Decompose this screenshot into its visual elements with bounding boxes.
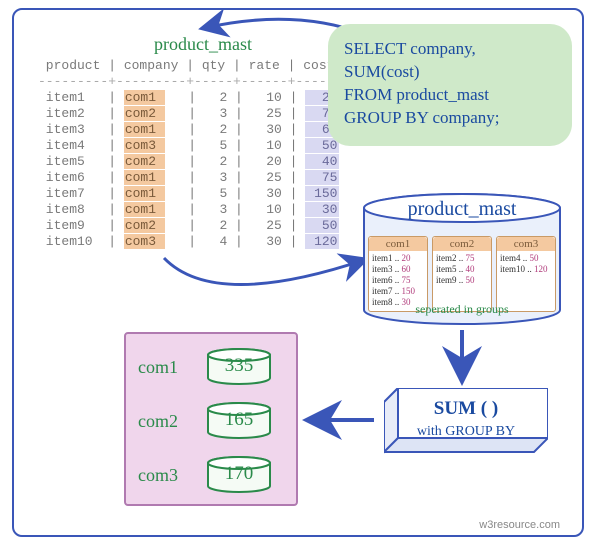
table-row: item7 | com1 | 5 | 30 | 150	[38, 186, 346, 202]
table-row: item2 | com2 | 3 | 25 | 75	[38, 106, 346, 122]
table-row: item6 | com1 | 3 | 25 | 75	[38, 170, 346, 186]
sql-query-box: SELECT company, SUM(cost) FROM product_m…	[328, 24, 572, 146]
result-company: com2	[138, 411, 192, 432]
group-item: item4 .. 50	[500, 253, 552, 264]
group-item: item7 .. 150	[372, 286, 424, 297]
table-row: item10 | com3 | 4 | 30 | 120	[38, 234, 346, 250]
sql-line-3: FROM product_mast	[344, 84, 556, 107]
group-box: com1 item1 .. 20item3 .. 60item6 .. 75ite…	[368, 236, 428, 312]
group-box: com2 item2 .. 75item5 .. 40item9 .. 50	[432, 236, 492, 312]
result-value: 335	[206, 355, 272, 377]
result-box: com1 335 com2 165 com3 170	[124, 332, 298, 506]
group-header: com2	[433, 237, 491, 251]
diagram-frame: product_mast product | company | qty | r…	[12, 8, 584, 537]
sql-line-1: SELECT company,	[344, 38, 556, 61]
result-row: com3 170	[138, 456, 272, 494]
result-value: 170	[206, 463, 272, 485]
table-row: item3 | com1 | 2 | 30 | 60	[38, 122, 346, 138]
sum-operation-box: SUM ( ) with GROUP BY	[384, 388, 548, 452]
table-row: item8 | com1 | 3 | 10 | 30	[38, 202, 346, 218]
result-value: 165	[206, 409, 272, 431]
result-company: com3	[138, 465, 192, 486]
source-table-title: product_mast	[154, 34, 252, 55]
result-company: com1	[138, 357, 192, 378]
table-row: item4 | com3 | 5 | 10 | 50	[38, 138, 346, 154]
group-item: item3 .. 60	[372, 264, 424, 275]
table-header: product | company | qty | rate | cost	[38, 58, 346, 74]
grouped-caption: seperated in groups	[362, 302, 562, 317]
group-item: item6 .. 75	[372, 275, 424, 286]
group-item: item1 .. 20	[372, 253, 424, 264]
sql-line-2: SUM(cost)	[344, 61, 556, 84]
table-row: item1 | com1 | 2 | 10 | 20	[38, 90, 346, 106]
sql-line-4: GROUP BY company;	[344, 107, 556, 130]
table-separator: ---------+---------+-----+------+------	[38, 74, 346, 90]
result-row: com1 335	[138, 348, 272, 386]
sum-box-subtitle: with GROUP BY	[384, 424, 548, 440]
result-value-cylinder: 170	[206, 456, 272, 494]
group-item: item10 .. 120	[500, 264, 552, 275]
sum-box-title: SUM ( )	[384, 398, 548, 420]
group-item: item5 .. 40	[436, 264, 488, 275]
group-item: item9 .. 50	[436, 275, 488, 286]
group-box: com3 item4 .. 50item10 .. 120	[496, 236, 556, 312]
source-table: product | company | qty | rate | cost --…	[38, 58, 346, 250]
result-value-cylinder: 335	[206, 348, 272, 386]
group-item: item2 .. 75	[436, 253, 488, 264]
grouped-cylinder-title: product_mast	[362, 198, 562, 221]
group-header: com1	[369, 237, 427, 251]
table-row: item5 | com2 | 2 | 20 | 40	[38, 154, 346, 170]
result-value-cylinder: 165	[206, 402, 272, 440]
attribution-text: w3resource.com	[479, 519, 560, 531]
table-row: item9 | com2 | 2 | 25 | 50	[38, 218, 346, 234]
result-row: com2 165	[138, 402, 272, 440]
group-header: com3	[497, 237, 555, 251]
